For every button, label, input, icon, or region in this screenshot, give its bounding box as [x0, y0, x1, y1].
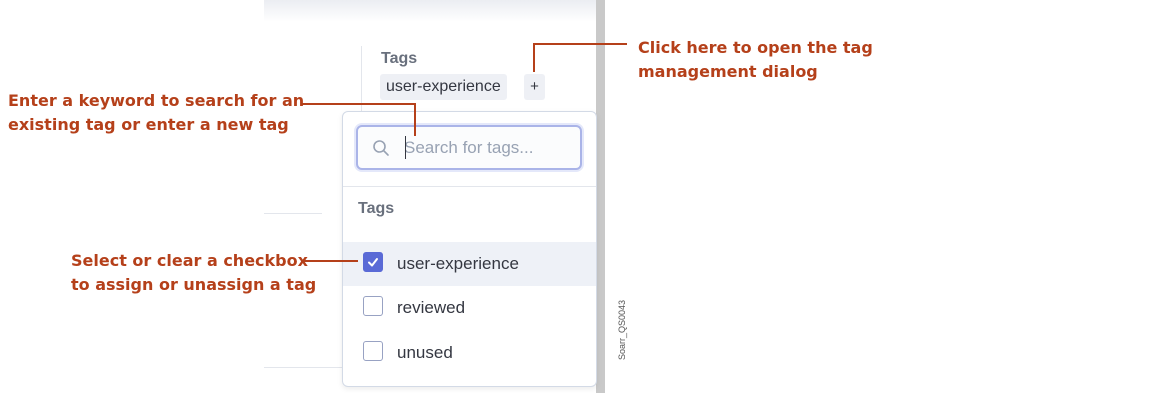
checkbox-reviewed[interactable] [363, 296, 383, 316]
checkbox-user-experience[interactable] [363, 252, 383, 272]
option-user-experience[interactable]: user-experience [343, 242, 596, 286]
tags-group-label: Tags [358, 200, 395, 217]
panel-divider-bottom [264, 367, 344, 368]
callout-open-dialog: Click here to open the tag management di… [638, 38, 873, 81]
callout-line-open-dialog-h [533, 43, 627, 45]
screenshot-id: Soarr_QS0043 [617, 299, 627, 360]
callout-line-search-h [302, 103, 416, 105]
panel-top-shadow [264, 0, 596, 22]
search-input[interactable] [404, 135, 572, 161]
callout-line-checkbox [301, 260, 358, 262]
callout-line-open-dialog-v [533, 43, 535, 72]
dropdown-separator [343, 186, 596, 187]
option-label: unused [397, 343, 453, 362]
search-icon [373, 140, 389, 156]
panel-divider-horizontal [264, 213, 322, 214]
tag-chip-user-experience[interactable]: user-experience [380, 74, 507, 100]
option-reviewed[interactable]: reviewed [343, 286, 596, 330]
screenshot-edge-divider [596, 0, 605, 393]
callout-line-search-v [414, 103, 416, 136]
add-tag-button[interactable]: + [524, 74, 545, 100]
text-caret [405, 136, 406, 159]
tags-heading: Tags [381, 50, 418, 67]
checkbox-unused[interactable] [363, 341, 383, 361]
checkmark-icon [368, 258, 378, 267]
option-unused[interactable]: unused [343, 331, 596, 375]
callout-checkbox: Select or clear a checkbox to assign or … [71, 251, 317, 294]
callout-search: Enter a keyword to search for an existin… [8, 91, 305, 134]
option-label: user-experience [397, 254, 519, 273]
option-label: reviewed [397, 298, 466, 317]
